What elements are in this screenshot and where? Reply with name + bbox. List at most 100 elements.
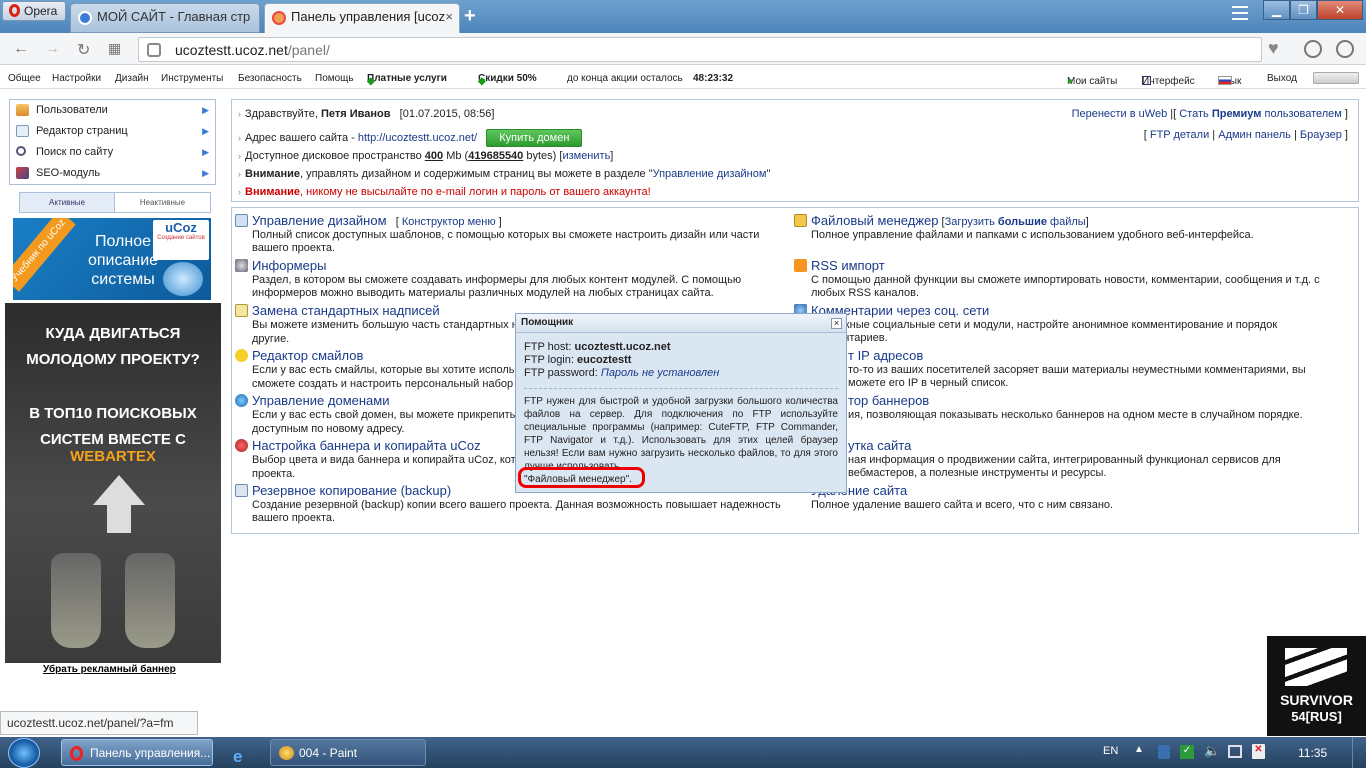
flag-alert-icon[interactable]: ✕ <box>1252 744 1265 759</box>
menu-design[interactable]: Дизайн <box>115 73 149 84</box>
disk-mb: 400 <box>424 150 444 162</box>
tab-active[interactable]: Активные <box>19 192 115 213</box>
section-title-link[interactable]: RSS импорт <box>811 258 885 273</box>
section-title-link[interactable]: Управление дизайном <box>252 213 387 228</box>
new-tab-icon[interactable]: + <box>464 5 476 28</box>
menu-security[interactable]: Безопасность <box>238 73 302 84</box>
disk-bytes: 419685540 <box>468 150 524 162</box>
change-disk-link[interactable]: изменить <box>562 150 610 162</box>
section-title-link[interactable]: Информеры <box>252 258 326 273</box>
menu-logout[interactable]: Выход <box>1267 73 1297 84</box>
section-rss: RSS импорт С помощью данной функции вы с… <box>794 258 1341 300</box>
maximize-icon[interactable]: ❐ <box>1290 0 1317 20</box>
reload-icon[interactable]: ↻ <box>77 40 90 60</box>
sidebar-item-page-editor[interactable]: Редактор страниц ▶ <box>10 121 215 142</box>
ucoz-tutorial-banner[interactable]: Учебник по uCoz uCoz Создание сайтов Пол… <box>13 218 211 300</box>
ftp-password-row: FTP password: Пароль не установлен <box>524 367 838 380</box>
design-manage-link[interactable]: Управление дизайном <box>653 168 767 180</box>
section-domains: Управление доменами Если у вас есть свой… <box>235 393 520 436</box>
taskbar-item-paint[interactable]: 004 - Paint <box>270 739 426 766</box>
buy-domain-button[interactable]: Купить домен <box>486 129 583 147</box>
become-premium-link[interactable]: Стать Премиум пользователем <box>1179 108 1342 120</box>
panel-slider[interactable] <box>1313 72 1359 84</box>
ftp-details-link[interactable]: FTP детали <box>1150 129 1209 141</box>
download-icon[interactable] <box>1304 40 1322 58</box>
menu-tools[interactable]: Инструменты <box>161 73 223 84</box>
section-title-link[interactable]: Замена стандартных надписей <box>252 303 440 318</box>
promo-text: до конца акции осталось <box>567 73 683 84</box>
account-icon[interactable] <box>1336 40 1354 58</box>
section-desc: Полный список доступных шаблонов, с помо… <box>252 229 760 254</box>
sidebar-item-site-search[interactable]: Поиск по сайту ▶ <box>10 142 215 163</box>
site-favicon-icon <box>78 11 92 25</box>
banner-text: КУДА ДВИГАТЬСЯ <box>45 325 181 342</box>
paint-icon <box>279 746 294 760</box>
browser-link[interactable]: Браузер <box>1300 129 1342 141</box>
admin-panel-link[interactable]: Админ панель <box>1218 129 1291 141</box>
section-title-link[interactable]: тор баннеров <box>848 393 929 408</box>
menu-discount[interactable]: ◆ Скидки 50% <box>478 73 537 87</box>
close-tab-icon[interactable]: × <box>445 4 453 30</box>
opera-menu-button[interactable]: Opera <box>2 1 66 21</box>
page-editor-icon <box>16 125 29 137</box>
browser-menu-icon[interactable] <box>1232 6 1248 20</box>
user-name: Петя Иванов <box>320 108 391 120</box>
webartex-banner[interactable]: КУДА ДВИГАТЬСЯ МОЛОДОМУ ПРОЕКТУ? В ТОП10… <box>5 303 221 663</box>
menu-constructor-link[interactable]: Конструктор меню <box>402 216 496 228</box>
section-title-link[interactable]: Редактор смайлов <box>252 348 363 363</box>
clock[interactable]: 11:35 <box>1298 746 1327 760</box>
section-promotion: утка сайта ная информация о продвижении … <box>848 438 1341 480</box>
disk-bytes-unit: bytes <box>526 150 553 162</box>
search-icon <box>16 146 26 156</box>
section-title-link[interactable]: т IP адресов <box>848 348 923 363</box>
network-icon[interactable] <box>1228 745 1242 758</box>
start-button[interactable] <box>8 738 40 768</box>
sidebar-item-users[interactable]: Пользователи ▶ <box>10 100 215 121</box>
security-tray-icon[interactable] <box>1158 745 1170 759</box>
menu-help[interactable]: Помощь <box>315 73 354 84</box>
section-desc: ная информация о продвижении сайта, инте… <box>848 454 1281 479</box>
close-window-icon[interactable]: ✕ <box>1317 0 1363 20</box>
informer-icon <box>235 259 248 272</box>
rss-icon <box>794 259 807 272</box>
move-uweb-link[interactable]: Перенести в uWeb <box>1072 108 1168 120</box>
tray-expand-icon[interactable]: ▲ <box>1134 744 1144 755</box>
section-title-link[interactable]: утка сайта <box>848 438 911 453</box>
remove-ad-link[interactable]: Убрать рекламный баннер <box>43 664 176 675</box>
smile-icon <box>235 349 248 362</box>
close-icon[interactable]: × <box>831 318 842 329</box>
taskbar-item-label: Панель управления... <box>90 746 211 760</box>
taskbar-item-opera[interactable]: Панель управления... <box>61 739 213 766</box>
forward-icon[interactable]: → <box>44 40 60 58</box>
show-desktop-button[interactable] <box>1352 737 1366 768</box>
bookmark-heart-icon[interactable]: ♥ <box>1268 38 1279 59</box>
menu-settings[interactable]: Настройки <box>52 73 101 84</box>
warning-text: , управлять дизайном и содержимым страни… <box>299 168 653 180</box>
section-title-link[interactable]: Резервное копирование (backup) <box>252 483 451 498</box>
menu-paid-services[interactable]: ◆ Платные услуги <box>367 73 447 87</box>
upload-big-files-link[interactable]: Загрузить большие файлы <box>945 216 1086 228</box>
back-icon[interactable]: ← <box>13 40 29 58</box>
site-info-icon[interactable] <box>147 43 161 57</box>
taskbar-item-ie[interactable]: e <box>220 739 264 766</box>
tab-control-panel[interactable]: Панель управления [ucoz × <box>264 3 460 33</box>
set-password-link[interactable]: Пароль не установлен <box>601 367 719 379</box>
section-banner-rotator: тор баннеров ия, позволяющая показывать … <box>848 393 1341 422</box>
panel-top-menu: Общее Настройки Дизайн Инструменты Безоп… <box>0 70 1366 89</box>
sidebar-item-seo[interactable]: SEO-модуль ▶ <box>10 163 215 184</box>
tab-inactive[interactable]: Неактивные <box>115 192 211 213</box>
language-indicator[interactable]: EN <box>1103 745 1118 757</box>
url-input[interactable]: ucoztestt.ucoz.net/panel/ <box>138 37 1262 62</box>
check-tray-icon[interactable]: ✓ <box>1180 745 1194 759</box>
section-title-link[interactable]: Управление доменами <box>252 393 389 408</box>
disc-icon <box>163 262 203 296</box>
section-title-link[interactable]: Файловый менеджер <box>811 213 939 228</box>
tab-my-site[interactable]: МОЙ САЙТ - Главная стр <box>70 3 260 33</box>
speed-dial-icon[interactable]: ▦ <box>108 40 121 57</box>
section-title-link[interactable]: Настройка баннера и копирайта uCoz <box>252 438 481 453</box>
menu-general[interactable]: Общее <box>8 73 41 84</box>
minimize-icon[interactable]: ▁ <box>1263 0 1290 20</box>
seo-icon <box>16 167 29 179</box>
site-address-link[interactable]: http://ucoztestt.ucoz.net/ <box>358 132 477 144</box>
volume-icon[interactable]: 🔈 <box>1204 743 1220 759</box>
